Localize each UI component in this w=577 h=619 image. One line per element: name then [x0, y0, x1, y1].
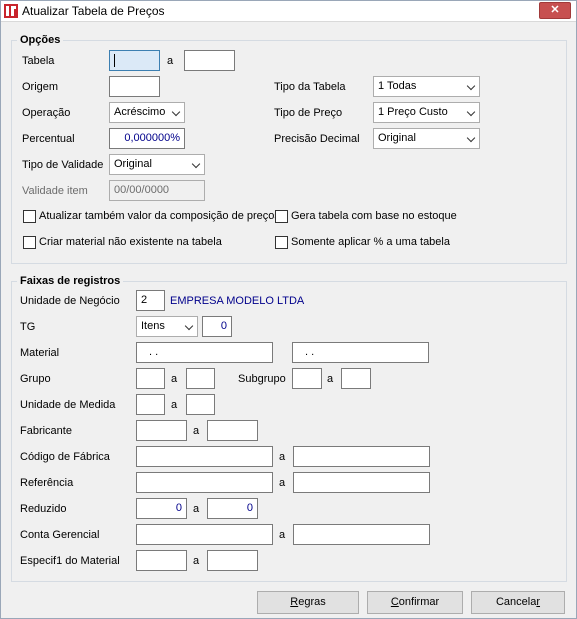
confirmar-button[interactable]: Confirmar	[367, 591, 463, 614]
cancelar-button[interactable]: Cancelar	[471, 591, 565, 614]
material-from-input[interactable]: . .	[136, 342, 273, 363]
unidade-negocio-code-input[interactable]: 2	[136, 290, 165, 311]
subgrupo-label: Subgrupo	[238, 373, 286, 385]
subgrupo-from-input[interactable]	[292, 368, 322, 389]
tg-value-input[interactable]: 0	[202, 316, 232, 337]
conta-gerencial-from-input[interactable]	[136, 524, 273, 545]
unidade-negocio-name: EMPRESA MODELO LTDA	[170, 295, 305, 307]
opcoes-title: Opções	[17, 34, 64, 46]
origem-label: Origem	[22, 81, 59, 93]
opcoes-group	[11, 40, 567, 264]
dialog-window: Atualizar Tabela de Preços ✕ Opções Tabe…	[0, 0, 577, 619]
tabela-to-input[interactable]	[184, 50, 235, 71]
especif-a-label: a	[193, 555, 200, 567]
codigo-fabrica-label: Código de Fábrica	[20, 451, 110, 463]
referencia-from-input[interactable]	[136, 472, 273, 493]
reduzido-to-input[interactable]: 0	[207, 498, 258, 519]
chevron-down-icon	[191, 159, 201, 169]
tabela-from-input[interactable]	[109, 50, 160, 71]
regras-button[interactable]: Regras	[257, 591, 359, 614]
checkbox-box[interactable]	[23, 210, 36, 223]
tipo-tabela-select[interactable]: 1 Todas	[373, 76, 480, 97]
origem-input[interactable]	[109, 76, 160, 97]
especif-label: Especif1 do Material	[20, 555, 120, 567]
grupo-to-input[interactable]	[186, 368, 215, 389]
title-bar: Atualizar Tabela de Preços ✕	[1, 1, 576, 22]
unidade-medida-label: Unidade de Medida	[20, 399, 116, 411]
tipo-validade-select[interactable]: Original	[109, 154, 205, 175]
checkbox-box[interactable]	[275, 236, 288, 249]
especif-from-input[interactable]	[136, 550, 187, 571]
faixas-title: Faixas de registros	[17, 275, 124, 287]
app-logo-icon	[4, 4, 18, 18]
unidade-medida-from-input[interactable]	[136, 394, 165, 415]
unidade-medida-to-input[interactable]	[186, 394, 215, 415]
conta-gerencial-to-input[interactable]	[293, 524, 430, 545]
codigo-fabrica-to-input[interactable]	[293, 446, 430, 467]
subgrupo-to-input[interactable]	[341, 368, 371, 389]
material-label: Material	[20, 347, 60, 359]
validade-item-input: 00/00/0000	[109, 180, 205, 201]
referencia-a-label: a	[279, 477, 286, 489]
percentual-label: Percentual	[22, 133, 75, 145]
checkbox-box[interactable]	[23, 236, 36, 249]
tg-select[interactable]: Itens	[136, 316, 198, 337]
chevron-down-icon	[184, 321, 194, 331]
precisao-label: Precisão Decimal	[274, 133, 360, 145]
close-button[interactable]: ✕	[539, 2, 571, 19]
precisao-select[interactable]: Original	[373, 128, 480, 149]
window-title: Atualizar Tabela de Preços	[22, 4, 165, 18]
checkbox-label: Somente aplicar % a uma tabela	[291, 236, 450, 248]
conta-gerencial-label: Conta Gerencial	[20, 529, 100, 541]
tabela-a-label: a	[167, 55, 174, 67]
tabela-label: Tabela	[22, 55, 55, 67]
referencia-to-input[interactable]	[293, 472, 430, 493]
codigo-fabrica-a-label: a	[279, 451, 286, 463]
referencia-label: Referência	[20, 477, 74, 489]
reduzido-a-label: a	[193, 503, 200, 515]
fabricante-label: Fabricante	[20, 425, 72, 437]
grupo-from-input[interactable]	[136, 368, 165, 389]
operacao-select[interactable]: Acréscimo	[109, 102, 185, 123]
fabricante-from-input[interactable]	[136, 420, 187, 441]
unidade-medida-a-label: a	[171, 399, 178, 411]
reduzido-label: Reduzido	[20, 503, 67, 515]
material-to-input[interactable]: . .	[292, 342, 429, 363]
percentual-input[interactable]: 0,000000%	[109, 128, 185, 149]
fabricante-a-label: a	[193, 425, 200, 437]
tg-label: TG	[20, 321, 36, 333]
grupo-label: Grupo	[20, 373, 51, 385]
chevron-down-icon	[466, 81, 476, 91]
conta-gerencial-a-label: a	[279, 529, 286, 541]
reduzido-from-input[interactable]: 0	[136, 498, 187, 519]
checkbox-box[interactable]	[275, 210, 288, 223]
tipo-preco-label: Tipo de Preço	[274, 107, 343, 119]
checkbox-label: Gera tabela com base no estoque	[291, 210, 457, 222]
grupo-a-label: a	[171, 373, 178, 385]
operacao-label: Operação	[22, 107, 71, 119]
codigo-fabrica-from-input[interactable]	[136, 446, 273, 467]
chevron-down-icon	[466, 107, 476, 117]
checkbox-label: Atualizar também valor da composição de …	[39, 210, 280, 222]
checkbox-label: Criar material não existente na tabela	[39, 236, 222, 248]
text-caret	[114, 54, 115, 67]
unidade-negocio-label: Unidade de Negócio	[20, 295, 120, 307]
chevron-down-icon	[171, 107, 181, 117]
chevron-down-icon	[466, 133, 476, 143]
tipo-tabela-label: Tipo da Tabela	[274, 81, 346, 93]
tipo-validade-label: Tipo de Validade	[22, 159, 104, 171]
validade-item-label: Validade item	[22, 185, 88, 197]
fabricante-to-input[interactable]	[207, 420, 258, 441]
especif-to-input[interactable]	[207, 550, 258, 571]
tipo-preco-select[interactable]: 1 Preço Custo	[373, 102, 480, 123]
subgrupo-a-label: a	[327, 373, 334, 385]
